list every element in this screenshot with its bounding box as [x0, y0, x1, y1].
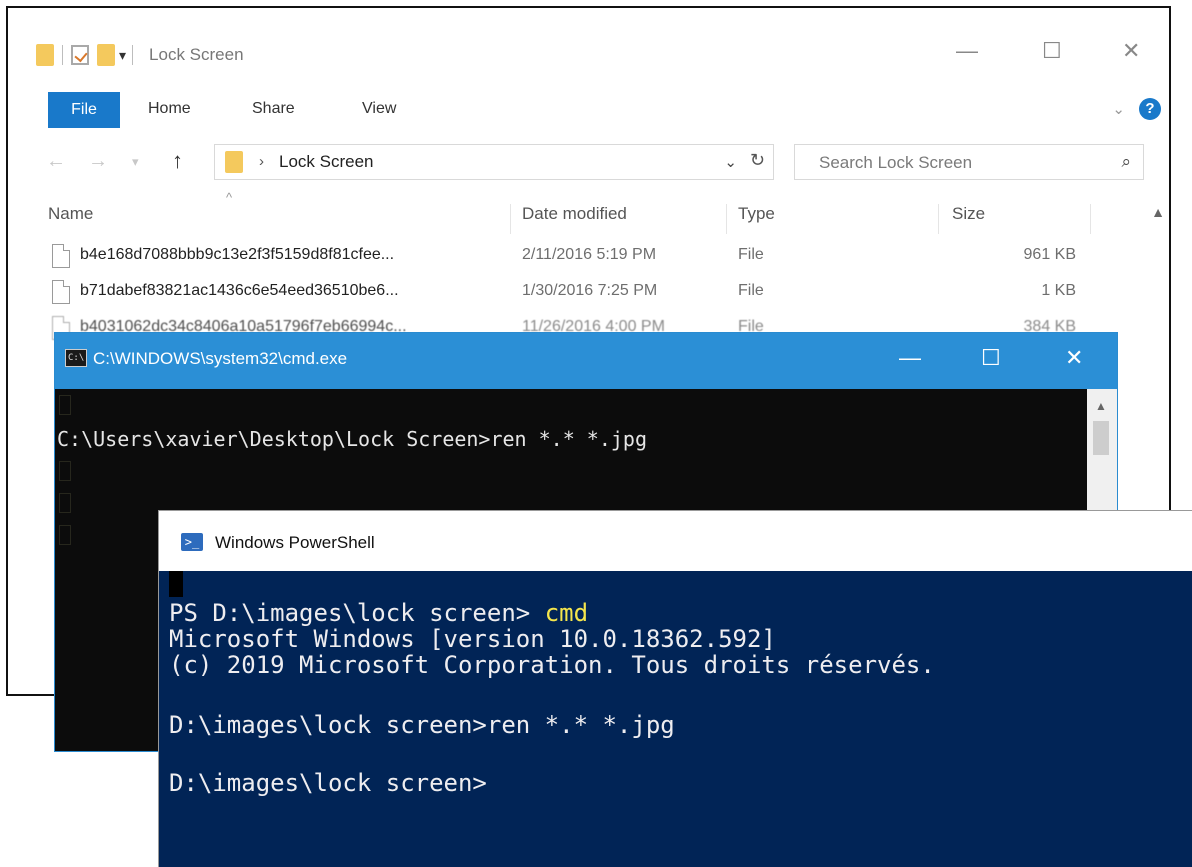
file-size: 1 KB: [1041, 282, 1076, 299]
recent-locations-icon[interactable]: ▾: [132, 154, 139, 170]
column-date-modified[interactable]: Date modified: [522, 204, 627, 224]
scroll-thumb[interactable]: [1093, 421, 1109, 455]
refresh-icon[interactable]: ↻: [750, 150, 765, 171]
tab-view[interactable]: View: [362, 100, 396, 118]
help-icon[interactable]: ?: [1139, 98, 1161, 120]
column-headers: ^ Name Date modified Type Size: [8, 190, 1169, 234]
cmd-titlebar: C:\ C:\WINDOWS\system32\cmd.exe — ☐ ✕: [55, 333, 1117, 389]
tab-home[interactable]: Home: [148, 100, 191, 118]
powershell-icon: >_: [181, 533, 203, 551]
ghost-file-icon: [59, 525, 71, 545]
console-line: PS D:\images\lock screen> cmd: [169, 599, 588, 627]
ribbon-tabs: File Home Share View ⌄ ?: [8, 92, 1169, 132]
search-icon[interactable]: ⌕: [1121, 152, 1131, 172]
window-title: Lock Screen: [149, 45, 244, 64]
column-divider[interactable]: [938, 204, 939, 234]
file-date: 1/30/2016 7:25 PM: [522, 282, 658, 299]
column-type[interactable]: Type: [738, 204, 775, 224]
console-line: (c) 2019 Microsoft Corporation. Tous dro…: [169, 651, 935, 679]
address-dropdown-icon[interactable]: ⌄: [724, 153, 737, 171]
column-divider[interactable]: [510, 204, 511, 234]
column-name[interactable]: Name: [48, 204, 93, 224]
cmd-maximize-button[interactable]: ☐: [981, 345, 1001, 371]
file-name: b71dabef83821ac1436c6e54eed36510be6...: [80, 282, 399, 299]
ghost-file-icon: [59, 493, 71, 513]
properties-checkmark-icon[interactable]: [71, 45, 89, 65]
powershell-titlebar: >_ Windows PowerShell: [159, 511, 1192, 571]
breadcrumb-lock-screen[interactable]: Lock Screen: [279, 152, 374, 172]
ghost-file-icon: [59, 395, 71, 415]
cmd-icon: C:\: [65, 349, 87, 367]
text-cursor: [169, 571, 183, 597]
tab-share[interactable]: Share: [252, 100, 295, 118]
new-folder-icon[interactable]: [97, 44, 115, 66]
cmd-minimize-button[interactable]: —: [899, 345, 921, 371]
file-type: File: [738, 282, 764, 299]
minimize-button[interactable]: —: [956, 38, 978, 64]
file-date: 2/11/2016 5:19 PM: [522, 246, 657, 263]
forward-arrow-icon[interactable]: →: [88, 150, 108, 173]
cmd-title: C:\WINDOWS\system32\cmd.exe: [93, 349, 348, 368]
scroll-up-icon[interactable]: ▲: [1151, 204, 1165, 220]
up-arrow-icon[interactable]: ↑: [172, 148, 183, 174]
file-icon: [52, 244, 70, 268]
column-divider[interactable]: [726, 204, 727, 234]
back-arrow-icon[interactable]: ←: [46, 150, 66, 173]
column-size[interactable]: Size: [952, 204, 985, 224]
ghost-file-icon: [59, 461, 71, 481]
file-name: b4e168d7088bbb9c13e2f3f5159d8f81cfee...: [80, 246, 395, 263]
prompt-text: PS D:\images\lock screen>: [169, 599, 545, 627]
file-type: File: [738, 246, 764, 263]
explorer-titlebar: ▾ Lock Screen — ☐ ✕: [8, 8, 1169, 86]
folder-icon: [36, 44, 54, 66]
file-size: 961 KB: [1023, 246, 1076, 263]
typed-command: cmd: [544, 599, 589, 627]
close-button[interactable]: ✕: [1122, 38, 1140, 64]
search-input[interactable]: Search Lock Screen ⌕: [794, 144, 1144, 180]
tab-file[interactable]: File: [48, 92, 120, 128]
column-divider[interactable]: [1090, 204, 1091, 234]
search-placeholder: Search Lock Screen: [819, 153, 973, 172]
quick-access-toolbar: ▾ Lock Screen: [36, 44, 244, 66]
scroll-up-icon[interactable]: ▲: [1095, 399, 1107, 413]
sort-caret-icon: ^: [226, 190, 233, 205]
breadcrumb-separator: ›: [259, 153, 264, 170]
toolbar-divider: [62, 45, 63, 65]
address-bar[interactable]: › Lock Screen ⌄ ↻: [214, 144, 774, 180]
file-row[interactable]: b4e168d7088bbb9c13e2f3f5159d8f81cfee... …: [8, 242, 1169, 274]
expand-ribbon-icon[interactable]: ⌄: [1112, 100, 1125, 118]
powershell-window: >_ Windows PowerShell PS D:\images\lock …: [158, 510, 1192, 867]
customize-dropdown-icon[interactable]: ▾: [119, 47, 126, 64]
console-line: Microsoft Windows [version 10.0.18362.59…: [169, 625, 776, 653]
console-line: D:\images\lock screen>ren *.* *.jpg: [169, 711, 675, 739]
file-row[interactable]: b71dabef83821ac1436c6e54eed36510be6... 1…: [8, 278, 1169, 310]
powershell-title: Windows PowerShell: [215, 533, 375, 552]
cmd-close-button[interactable]: ✕: [1065, 345, 1083, 371]
file-icon: [52, 280, 70, 304]
maximize-button[interactable]: ☐: [1042, 38, 1062, 64]
folder-icon: [225, 151, 243, 173]
console-line: D:\images\lock screen>: [169, 769, 487, 797]
cmd-command-line: C:\Users\xavier\Desktop\Lock Screen>ren …: [57, 427, 648, 451]
toolbar-divider: [132, 45, 134, 65]
powershell-console[interactable]: PS D:\images\lock screen> cmd Microsoft …: [159, 571, 1192, 867]
navigation-bar: ← → ▾ ↑ › Lock Screen ⌄ ↻ Search Lock Sc…: [8, 142, 1169, 182]
